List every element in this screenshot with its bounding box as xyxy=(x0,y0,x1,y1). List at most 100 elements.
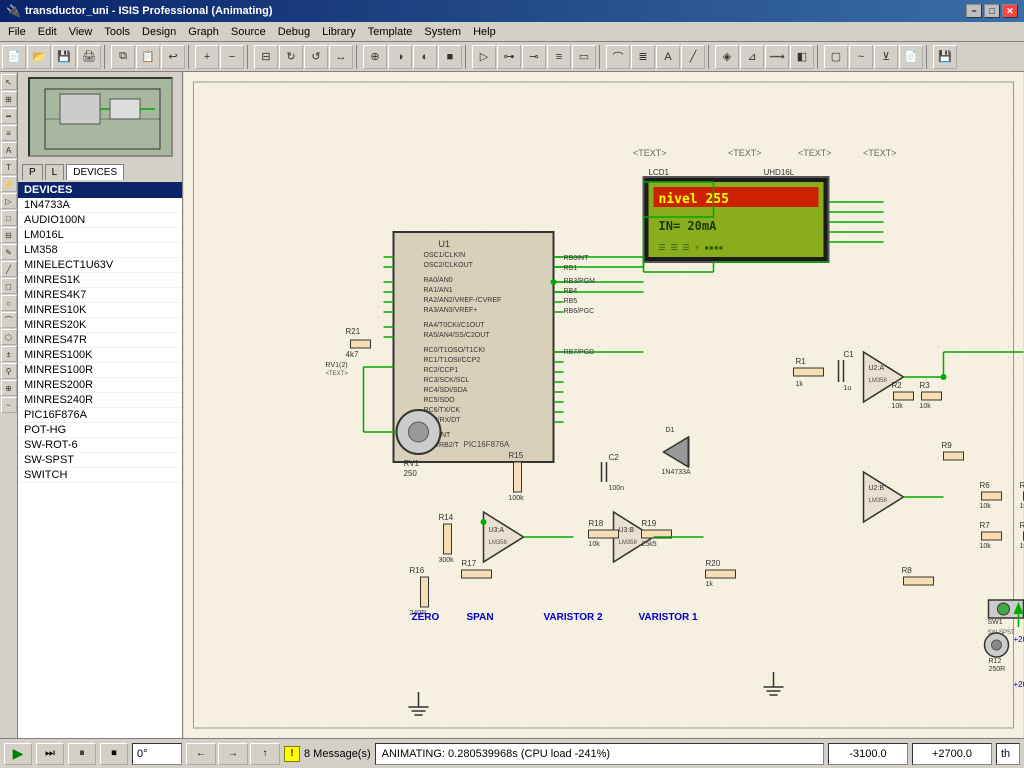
toolbar-button-39[interactable]: ~ xyxy=(849,45,873,69)
probe-tool[interactable]: ⚲ xyxy=(1,363,17,379)
menu-item-debug[interactable]: Debug xyxy=(272,24,316,40)
toolbar-button-19[interactable]: ◐ xyxy=(413,45,437,69)
toolbar-button-18[interactable]: ◑ xyxy=(388,45,412,69)
sym-tool[interactable]: ± xyxy=(1,346,17,362)
toolbar-button-10[interactable]: − xyxy=(220,45,244,69)
text-tool[interactable]: T xyxy=(1,159,17,175)
device-item[interactable]: POT-HG xyxy=(18,423,182,438)
device-item[interactable]: MINRES200R xyxy=(18,378,182,393)
hier-tool[interactable]: ⊟ xyxy=(1,227,17,243)
device-item[interactable]: MINRES100R xyxy=(18,363,182,378)
toolbar-button-29[interactable]: ≣ xyxy=(631,45,655,69)
nav-left-button[interactable]: ← xyxy=(186,743,216,765)
toolbar-button-28[interactable]: ⌒ xyxy=(606,45,630,69)
nav-right-button[interactable]: → xyxy=(218,743,248,765)
menu-item-system[interactable]: System xyxy=(418,24,467,40)
toolbar-button-1[interactable]: 📂 xyxy=(27,45,51,69)
maximize-button[interactable]: □ xyxy=(984,4,1000,18)
circle-tool[interactable]: ○ xyxy=(1,295,17,311)
toolbar-button-38[interactable]: ▢ xyxy=(824,45,848,69)
toolbar-button-14[interactable]: ↺ xyxy=(304,45,328,69)
toolbar-button-25[interactable]: ≡ xyxy=(547,45,571,69)
pause-button[interactable]: ⏸ xyxy=(68,743,96,765)
menu-item-source[interactable]: Source xyxy=(225,24,272,40)
select-tool[interactable]: ↖ xyxy=(1,74,17,90)
toolbar-button-23[interactable]: ⊶ xyxy=(497,45,521,69)
menu-item-library[interactable]: Library xyxy=(316,24,362,40)
toolbar-button-2[interactable]: 💾 xyxy=(52,45,76,69)
device-item[interactable]: LM016L xyxy=(18,228,182,243)
toolbar-button-22[interactable]: ▷ xyxy=(472,45,496,69)
device-item[interactable]: MINRES100K xyxy=(18,348,182,363)
toolbar-button-17[interactable]: ⊕ xyxy=(363,45,387,69)
toolbar-button-24[interactable]: ⊸ xyxy=(522,45,546,69)
device-item[interactable]: MINRES47R xyxy=(18,333,182,348)
toolbar-button-13[interactable]: ↻ xyxy=(279,45,303,69)
tab-p[interactable]: P xyxy=(22,164,43,180)
device-item[interactable]: MINRES1K xyxy=(18,273,182,288)
menu-item-design[interactable]: Design xyxy=(136,24,182,40)
device-item[interactable]: PIC16F876A xyxy=(18,408,182,423)
device-item[interactable]: AUDIO100N xyxy=(18,213,182,228)
toolbar-button-0[interactable]: 📄 xyxy=(2,45,26,69)
tape-tool[interactable]: ⊕ xyxy=(1,380,17,396)
toolbar-button-6[interactable]: 📋 xyxy=(136,45,160,69)
wire-tool[interactable]: ━ xyxy=(1,108,17,124)
toolbar-button-15[interactable]: ↔ xyxy=(329,45,353,69)
arc-tool[interactable]: ⌒ xyxy=(1,312,17,328)
toolbar-button-31[interactable]: ╱ xyxy=(681,45,705,69)
tab-devices[interactable]: DEVICES xyxy=(66,164,124,180)
device-item[interactable]: MINRES240R xyxy=(18,393,182,408)
device-item[interactable]: MINELECT1U63V xyxy=(18,258,182,273)
box-tool[interactable]: ◻ xyxy=(1,278,17,294)
power-tool[interactable]: ⚡ xyxy=(1,176,17,192)
toolbar-button-3[interactable]: 🖨 xyxy=(77,45,101,69)
minimize-button[interactable]: − xyxy=(966,4,982,18)
device-item[interactable]: MINRES20K xyxy=(18,318,182,333)
device-item[interactable]: MINRES4K7 xyxy=(18,288,182,303)
label-tool[interactable]: A xyxy=(1,142,17,158)
nav-up-button[interactable]: ↑ xyxy=(250,743,280,765)
menu-item-file[interactable]: File xyxy=(2,24,32,40)
toolbar-button-41[interactable]: 📄 xyxy=(899,45,923,69)
port-tool[interactable]: □ xyxy=(1,210,17,226)
menu-item-graph[interactable]: Graph xyxy=(182,24,225,40)
annotation-tool[interactable]: ✎ xyxy=(1,244,17,260)
device-item[interactable]: 1N4733A xyxy=(18,198,182,213)
step-button[interactable]: ⏭ xyxy=(36,743,64,765)
toolbar-button-12[interactable]: ⊟ xyxy=(254,45,278,69)
toolbar-button-9[interactable]: + xyxy=(195,45,219,69)
toolbar-button-35[interactable]: ⟿ xyxy=(765,45,789,69)
bus-tool[interactable]: ≡ xyxy=(1,125,17,141)
close-button[interactable]: ✕ xyxy=(1002,4,1018,18)
menu-item-view[interactable]: View xyxy=(63,24,99,40)
toolbar-button-30[interactable]: A xyxy=(656,45,680,69)
toolbar-button-5[interactable]: ⧉ xyxy=(111,45,135,69)
menu-item-help[interactable]: Help xyxy=(467,24,502,40)
menu-item-edit[interactable]: Edit xyxy=(32,24,63,40)
device-item[interactable]: SW-SPST xyxy=(18,453,182,468)
device-item[interactable]: LM358 xyxy=(18,243,182,258)
toolbar-button-26[interactable]: ▭ xyxy=(572,45,596,69)
stop-button[interactable]: ⏹ xyxy=(100,743,128,765)
tab-l[interactable]: L xyxy=(45,164,65,180)
gen-tool[interactable]: ~ xyxy=(1,397,17,413)
toolbar-button-7[interactable]: ↩ xyxy=(161,45,185,69)
device-item[interactable]: MINRES10K xyxy=(18,303,182,318)
device-list[interactable]: 1N4733AAUDIO100NLM016LLM358MINELECT1U63V… xyxy=(18,198,182,738)
menu-item-template[interactable]: Template xyxy=(362,24,419,40)
toolbar-button-43[interactable]: 💾 xyxy=(933,45,957,69)
menu-item-tools[interactable]: Tools xyxy=(98,24,136,40)
toolbar-button-34[interactable]: ⊿ xyxy=(740,45,764,69)
toolbar-button-33[interactable]: ◈ xyxy=(715,45,739,69)
canvas-area[interactable]: U1 OSC1/CLKIN OSC2/CLKOUT RA0/AN0 RA1/AN… xyxy=(183,72,1024,738)
poly-tool[interactable]: ⬡ xyxy=(1,329,17,345)
toolbar-button-20[interactable]: ■ xyxy=(438,45,462,69)
play-button[interactable]: ▶ xyxy=(4,743,32,765)
toolbar-button-40[interactable]: ⊻ xyxy=(874,45,898,69)
toolbar-button-36[interactable]: ◧ xyxy=(790,45,814,69)
terminal-tool[interactable]: ▷ xyxy=(1,193,17,209)
device-item[interactable]: SWITCH xyxy=(18,468,182,483)
line-tool[interactable]: ╱ xyxy=(1,261,17,277)
component-tool[interactable]: ⊞ xyxy=(1,91,17,107)
